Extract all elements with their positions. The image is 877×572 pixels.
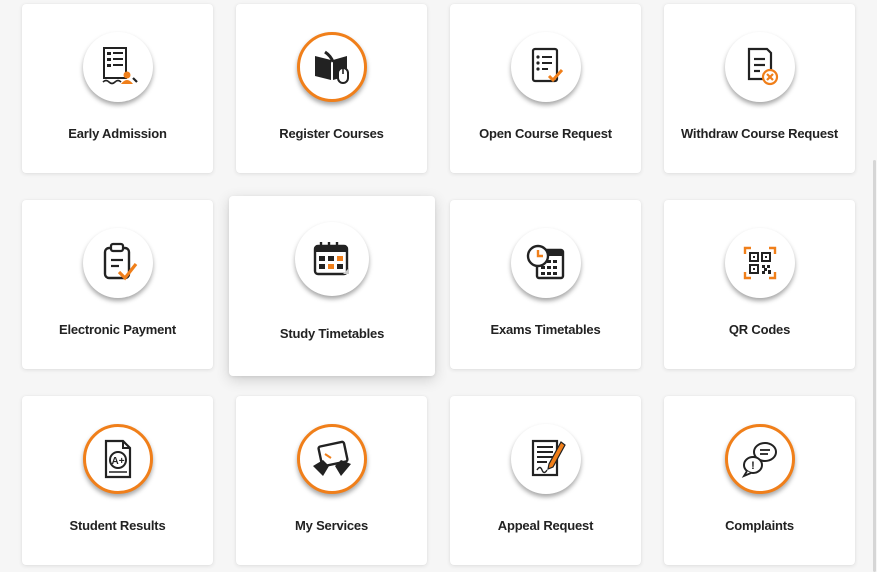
service-card-register-courses[interactable]: Register Courses — [236, 4, 427, 173]
document-cancel-icon — [724, 32, 795, 102]
service-card-my-services[interactable]: My Services — [236, 396, 427, 565]
tablet-hands-icon — [296, 424, 367, 494]
service-card-exams-timetables[interactable]: Exams Timetables — [450, 200, 641, 369]
svg-text:!: ! — [751, 460, 755, 472]
qr-code-icon — [724, 228, 795, 298]
service-label: QR Codes — [728, 322, 791, 337]
service-label: Appeal Request — [497, 518, 594, 533]
service-label: Study Timetables — [279, 326, 385, 341]
chat-bubbles-icon: ! — [724, 424, 795, 494]
scrollbar[interactable] — [873, 160, 876, 572]
service-label: Electronic Payment — [58, 322, 177, 337]
admission-form-icon — [82, 32, 153, 102]
service-label: Complaints — [725, 518, 794, 533]
service-card-electronic-payment[interactable]: Electronic Payment — [22, 200, 213, 369]
service-label: Student Results — [69, 518, 166, 533]
service-label: Open Course Request — [479, 126, 612, 141]
checklist-icon — [510, 32, 581, 102]
service-label: Exams Timetables — [490, 322, 601, 337]
service-card-student-results[interactable]: A+ Student Results — [22, 396, 213, 565]
service-card-early-admission[interactable]: Early Admission — [22, 4, 213, 173]
signed-document-icon — [510, 424, 581, 494]
service-card-complaints[interactable]: ! Complaints — [664, 396, 855, 565]
calendar-icon — [295, 222, 369, 296]
service-label: Register Courses — [279, 126, 384, 141]
service-card-qr-codes[interactable]: QR Codes — [664, 200, 855, 369]
grade-certificate-icon: A+ — [82, 424, 153, 494]
service-label: Early Admission — [68, 126, 167, 141]
clock-calendar-icon — [510, 228, 581, 298]
clipboard-check-icon — [82, 228, 153, 298]
service-label: Withdraw Course Request — [680, 126, 839, 141]
service-card-study-timetables[interactable]: Study Timetables — [229, 196, 435, 376]
service-label: My Services — [295, 518, 368, 533]
service-card-appeal-request[interactable]: Appeal Request — [450, 396, 641, 565]
service-card-open-course-request[interactable]: Open Course Request — [450, 4, 641, 173]
svg-text:A+: A+ — [111, 456, 124, 467]
service-card-withdraw-course-request[interactable]: Withdraw Course Request — [664, 4, 855, 173]
book-mouse-icon — [296, 32, 367, 102]
